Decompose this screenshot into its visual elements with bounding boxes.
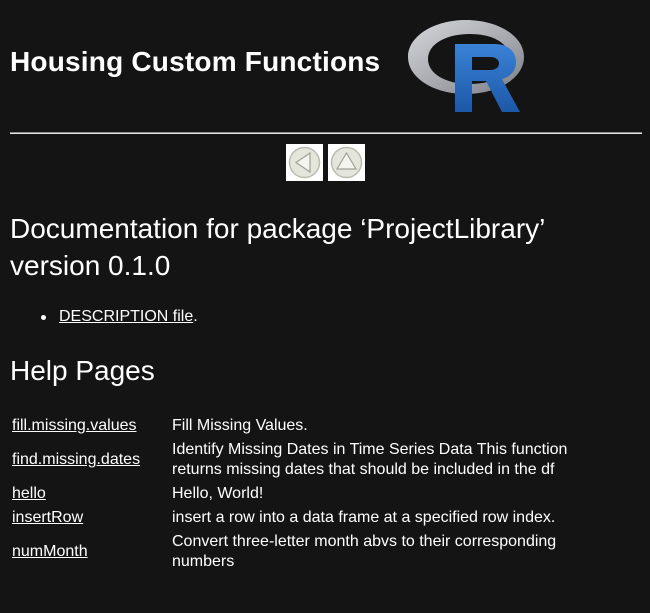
list-item: DESCRIPTION file.: [10, 307, 198, 327]
function-description: insert a row into a data frame at a spec…: [172, 509, 556, 526]
function-link-hello[interactable]: hello: [12, 485, 46, 502]
function-description: Hello, World!: [172, 485, 264, 502]
description-suffix: .: [193, 308, 198, 325]
table-row: insertRow insert a row into a data frame…: [10, 506, 604, 530]
header-divider: [10, 132, 642, 134]
table-row: hello Hello, World!: [10, 482, 604, 506]
function-description: Convert three-letter month abvs to their…: [172, 533, 557, 570]
function-link-find-missing-dates[interactable]: find.missing.dates: [12, 451, 140, 468]
r-logo-icon: [406, 14, 526, 114]
table-row: numMonth Convert three-letter month abvs…: [10, 530, 604, 574]
description-file-link[interactable]: DESCRIPTION file: [59, 308, 193, 325]
back-button[interactable]: [286, 144, 323, 181]
table-row: find.missing.dates Identify Missing Date…: [10, 438, 604, 482]
function-description: Identify Missing Dates in Time Series Da…: [172, 441, 568, 478]
help-pages-table: fill.missing.values Fill Missing Values.…: [10, 414, 604, 574]
left-arrow-icon: [286, 144, 323, 181]
page-header: Housing Custom Functions: [10, 14, 642, 118]
page-title: Housing Custom Functions: [10, 46, 381, 77]
nav-buttons: [286, 144, 365, 181]
function-link-fill-missing-values[interactable]: fill.missing.values: [12, 417, 136, 434]
up-arrow-icon: [328, 144, 365, 181]
documentation-title: Documentation for package ‘ProjectLibrar…: [10, 213, 545, 281]
function-link-num-month[interactable]: numMonth: [12, 543, 88, 560]
up-button[interactable]: [328, 144, 365, 181]
help-pages-heading: Help Pages: [10, 355, 155, 386]
function-description: Fill Missing Values.: [172, 417, 308, 434]
function-link-insert-row[interactable]: insertRow: [12, 509, 83, 526]
description-list: DESCRIPTION file.: [10, 307, 198, 327]
table-row: fill.missing.values Fill Missing Values.: [10, 414, 604, 438]
